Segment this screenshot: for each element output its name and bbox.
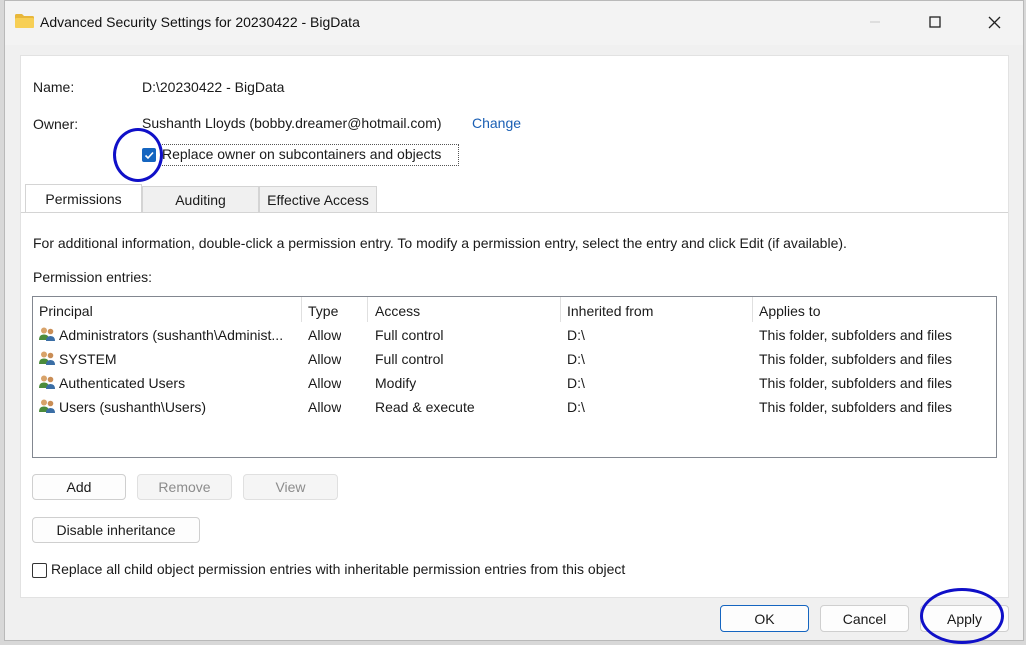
- row-inherited-from: D:\: [567, 351, 585, 367]
- replace-child-entries-checkbox[interactable]: [32, 563, 47, 578]
- row-access: Read & execute: [375, 399, 475, 415]
- security-settings-window: Advanced Security Settings for 20230422 …: [4, 0, 1024, 641]
- column-header-principal[interactable]: Principal: [39, 303, 93, 319]
- users-icon: [39, 327, 55, 341]
- table-row[interactable]: SYSTEM Allow Full control D:\ This folde…: [33, 347, 996, 371]
- row-type: Allow: [308, 399, 342, 415]
- tab-effective-access-label: Effective Access: [267, 191, 369, 208]
- main-panel: Name: D:\20230422 - BigData Owner: Susha…: [20, 55, 1009, 598]
- row-applies-to: This folder, subfolders and files: [759, 327, 952, 343]
- column-header-type[interactable]: Type: [308, 303, 338, 319]
- name-value: D:\20230422 - BigData: [142, 79, 285, 95]
- row-applies-to: This folder, subfolders and files: [759, 351, 952, 367]
- users-icon: [39, 399, 55, 413]
- permission-entries-label: Permission entries:: [33, 269, 153, 285]
- folder-icon: [15, 14, 34, 28]
- column-divider: [367, 297, 368, 322]
- name-label: Name:: [33, 79, 75, 95]
- disable-inheritance-button[interactable]: Disable inheritance: [32, 517, 200, 543]
- column-divider: [752, 297, 753, 322]
- close-icon: [988, 16, 1000, 28]
- table-row[interactable]: Administrators (sushanth\Administ... All…: [33, 323, 996, 347]
- row-principal: SYSTEM: [59, 351, 117, 367]
- row-inherited-from: D:\: [567, 399, 585, 415]
- users-icon: [39, 351, 55, 365]
- tab-divider: [21, 212, 1008, 213]
- permission-entries-list[interactable]: Principal Type Access Inherited from App…: [32, 296, 997, 458]
- minimize-icon: [870, 21, 880, 23]
- column-header-inherited-from[interactable]: Inherited from: [567, 303, 653, 319]
- row-principal: Administrators (sushanth\Administ...: [59, 327, 284, 343]
- close-button[interactable]: [971, 1, 1017, 43]
- owner-value: Sushanth Lloyds (bobby.dreamer@hotmail.c…: [142, 115, 442, 131]
- column-divider: [301, 297, 302, 322]
- annotation-circle-checkbox: [113, 128, 163, 182]
- row-type: Allow: [308, 375, 342, 391]
- owner-label: Owner:: [33, 116, 79, 132]
- row-access: Modify: [375, 375, 417, 391]
- cancel-button[interactable]: Cancel: [820, 605, 909, 632]
- remove-button[interactable]: Remove: [137, 474, 232, 500]
- column-header-access[interactable]: Access: [375, 303, 420, 319]
- row-applies-to: This folder, subfolders and files: [759, 399, 952, 415]
- table-row[interactable]: Users (sushanth\Users) Allow Read & exec…: [33, 395, 996, 419]
- tab-effective-access[interactable]: Effective Access: [259, 186, 377, 212]
- row-applies-to: This folder, subfolders and files: [759, 375, 952, 391]
- permissions-info-text: For additional information, double-click…: [33, 235, 847, 251]
- minimize-button[interactable]: [852, 1, 898, 43]
- table-row[interactable]: Authenticated Users Allow Modify D:\ Thi…: [33, 371, 996, 395]
- title-bar[interactable]: Advanced Security Settings for 20230422 …: [5, 1, 1023, 45]
- window-title: Advanced Security Settings for 20230422 …: [40, 14, 360, 30]
- row-type: Allow: [308, 351, 342, 367]
- row-inherited-from: D:\: [567, 327, 585, 343]
- tab-permissions-label: Permissions: [45, 190, 122, 207]
- users-icon: [39, 375, 55, 389]
- replace-child-entries-label[interactable]: Replace all child object permission entr…: [51, 561, 625, 577]
- column-header-applies-to[interactable]: Applies to: [759, 303, 820, 319]
- column-divider: [560, 297, 561, 322]
- tab-permissions[interactable]: Permissions: [25, 184, 142, 212]
- row-principal: Authenticated Users: [59, 375, 186, 391]
- tab-auditing-label: Auditing: [175, 191, 226, 208]
- annotation-circle-apply: [920, 588, 1004, 644]
- maximize-icon: [929, 16, 941, 28]
- change-owner-link[interactable]: Change: [472, 115, 521, 131]
- row-principal: Users (sushanth\Users): [59, 399, 207, 415]
- row-access: Full control: [375, 351, 444, 367]
- replace-owner-label[interactable]: Replace owner on subcontainers and objec…: [162, 146, 441, 162]
- ok-button[interactable]: OK: [720, 605, 809, 632]
- view-button[interactable]: View: [243, 474, 338, 500]
- row-inherited-from: D:\: [567, 375, 585, 391]
- row-access: Full control: [375, 327, 444, 343]
- row-type: Allow: [308, 327, 342, 343]
- tab-auditing[interactable]: Auditing: [142, 186, 259, 212]
- maximize-button[interactable]: [912, 1, 958, 43]
- add-button[interactable]: Add: [32, 474, 126, 500]
